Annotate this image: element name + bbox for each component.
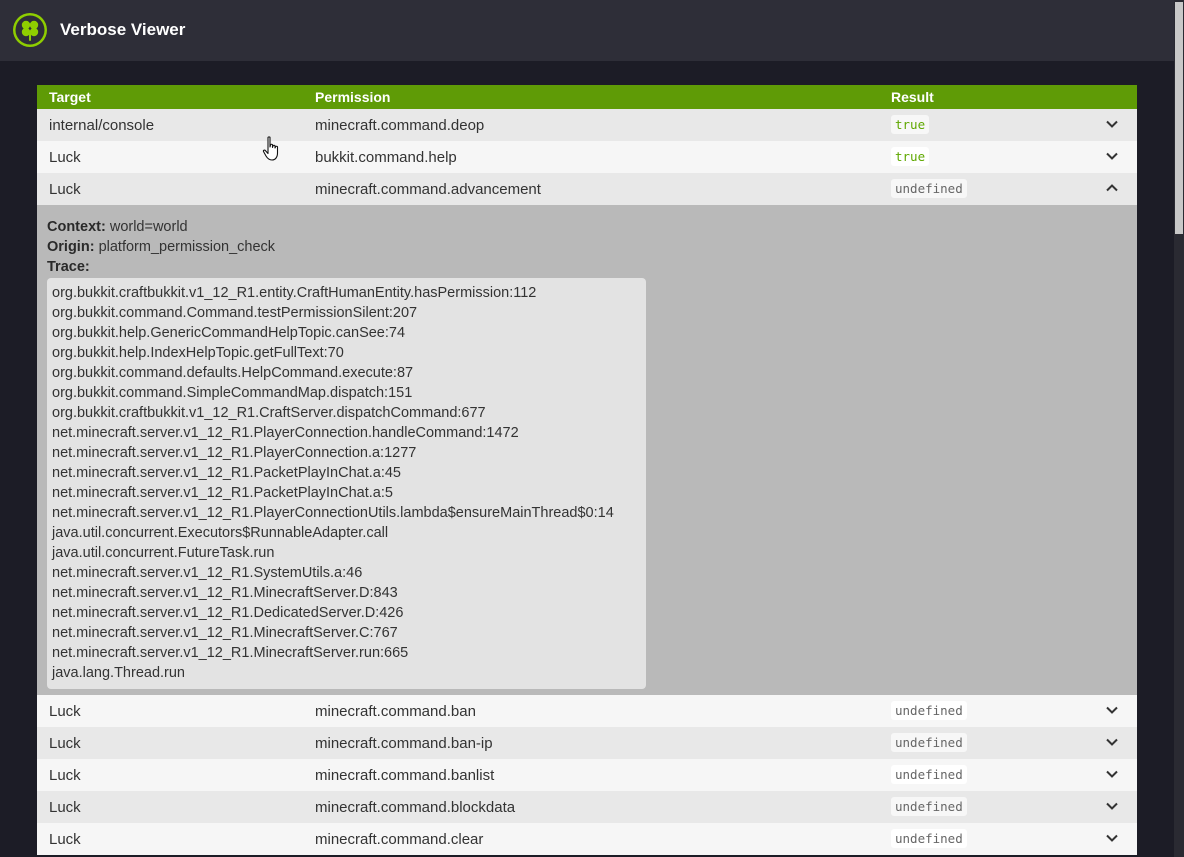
row-target: Luck xyxy=(49,799,81,816)
row-result-badge: undefined xyxy=(891,733,967,752)
trace-line-label: Trace: xyxy=(47,257,1127,277)
chevron-up-icon[interactable] xyxy=(1105,181,1119,195)
chevron-down-icon[interactable] xyxy=(1105,149,1119,163)
trace-entry: org.bukkit.command.defaults.HelpCommand.… xyxy=(52,365,414,381)
row-target: Luck xyxy=(49,767,81,784)
table-row[interactable]: Luck bukkit.command.help true xyxy=(37,141,1137,173)
clover-logo-icon xyxy=(13,13,47,47)
row-target: internal/console xyxy=(49,117,155,134)
header-target: Target xyxy=(49,89,91,105)
trace-entry: net.minecraft.server.v1_12_R1.PlayerConn… xyxy=(52,505,614,521)
chevron-down-icon[interactable] xyxy=(1105,799,1119,813)
trace-entry: net.minecraft.server.v1_12_R1.MinecraftS… xyxy=(52,585,398,601)
header-permission: Permission xyxy=(315,89,391,105)
origin-line: Origin: platform_permission_check xyxy=(47,237,1127,257)
table-row[interactable]: Luck minecraft.command.banlist undefined xyxy=(37,759,1137,791)
table-row-expanded[interactable]: Luck minecraft.command.advancement undef… xyxy=(37,173,1137,205)
chevron-down-icon[interactable] xyxy=(1105,117,1119,131)
chevron-down-icon[interactable] xyxy=(1105,703,1119,717)
trace-entry: org.bukkit.craftbukkit.v1_12_R1.entity.C… xyxy=(52,285,537,301)
hand-pointer-cursor-icon xyxy=(262,136,279,161)
row-target: Luck xyxy=(49,831,81,848)
verbose-table: Target Permission Result internal/consol… xyxy=(37,85,1137,855)
app-title: Verbose Viewer xyxy=(60,20,186,39)
trace-entry: net.minecraft.server.v1_12_R1.PlayerConn… xyxy=(52,425,519,441)
row-result-badge: undefined xyxy=(891,829,967,848)
row-permission: minecraft.command.blockdata xyxy=(315,799,516,816)
row-permission: minecraft.command.ban xyxy=(315,703,476,720)
trace-entry: org.bukkit.craftbukkit.v1_12_R1.CraftSer… xyxy=(52,405,486,421)
trace-entry: java.util.concurrent.FutureTask.run xyxy=(52,545,275,561)
app-header: Verbose Viewer xyxy=(0,0,1174,61)
row-result-badge: undefined xyxy=(891,701,967,720)
context-label: Context: xyxy=(47,219,106,235)
table-row[interactable]: internal/console minecraft.command.deop … xyxy=(37,109,1137,141)
chevron-down-icon[interactable] xyxy=(1105,735,1119,749)
trace-label: Trace: xyxy=(47,259,90,275)
table-row[interactable]: Luck minecraft.command.ban undefined xyxy=(37,695,1137,727)
trace-entry: net.minecraft.server.v1_12_R1.MinecraftS… xyxy=(52,625,398,641)
trace-entry: net.minecraft.server.v1_12_R1.SystemUtil… xyxy=(52,565,363,581)
row-permission: minecraft.command.deop xyxy=(315,117,485,134)
row-target: Luck xyxy=(49,181,81,198)
context-value: world=world xyxy=(109,219,188,235)
trace-entry: org.bukkit.command.Command.testPermissio… xyxy=(52,305,418,321)
table-row[interactable]: Luck minecraft.command.clear undefined xyxy=(37,823,1137,855)
table-header: Target Permission Result xyxy=(37,85,1137,109)
row-result-badge: true xyxy=(891,115,930,134)
row-result-badge: true xyxy=(891,147,930,166)
scrollbar-thumb[interactable] xyxy=(1175,2,1183,234)
stack-trace-box: org.bukkit.craftbukkit.v1_12_R1.entity.C… xyxy=(47,278,646,689)
page-scrollbar[interactable] xyxy=(1174,0,1184,857)
trace-entry: net.minecraft.server.v1_12_R1.PlayerConn… xyxy=(52,445,417,461)
row-target: Luck xyxy=(49,149,81,166)
table-row[interactable]: Luck minecraft.command.blockdata undefin… xyxy=(37,791,1137,823)
row-result-badge: undefined xyxy=(891,179,967,198)
trace-entry: net.minecraft.server.v1_12_R1.PacketPlay… xyxy=(52,465,401,481)
trace-entry: net.minecraft.server.v1_12_R1.PacketPlay… xyxy=(52,485,393,501)
row-details-panel: Context: world=world Origin: platform_pe… xyxy=(37,205,1137,695)
trace-entry: org.bukkit.command.SimpleCommandMap.disp… xyxy=(52,385,413,401)
table-row[interactable]: Luck minecraft.command.ban-ip undefined xyxy=(37,727,1137,759)
row-permission: bukkit.command.help xyxy=(315,149,457,166)
row-result-badge: undefined xyxy=(891,765,967,784)
origin-label: Origin: xyxy=(47,239,95,255)
chevron-down-icon[interactable] xyxy=(1105,767,1119,781)
row-permission: minecraft.command.advancement xyxy=(315,181,541,198)
trace-entry: org.bukkit.help.GenericCommandHelpTopic.… xyxy=(52,325,406,341)
trace-entry: java.util.concurrent.Executors$RunnableA… xyxy=(52,525,389,541)
trace-entry: net.minecraft.server.v1_12_R1.DedicatedS… xyxy=(52,605,404,621)
trace-entry: net.minecraft.server.v1_12_R1.MinecraftS… xyxy=(52,645,409,661)
row-result-badge: undefined xyxy=(891,797,967,816)
row-permission: minecraft.command.ban-ip xyxy=(315,735,493,752)
row-permission: minecraft.command.banlist xyxy=(315,767,495,784)
origin-value: platform_permission_check xyxy=(98,239,276,255)
row-target: Luck xyxy=(49,735,81,752)
trace-entry: java.lang.Thread.run xyxy=(52,665,185,681)
row-target: Luck xyxy=(49,703,81,720)
header-result: Result xyxy=(891,89,934,105)
row-permission: minecraft.command.clear xyxy=(315,831,484,848)
context-line: Context: world=world xyxy=(47,217,1127,237)
chevron-down-icon[interactable] xyxy=(1105,831,1119,845)
trace-entry: org.bukkit.help.IndexHelpTopic.getFullTe… xyxy=(52,345,344,361)
